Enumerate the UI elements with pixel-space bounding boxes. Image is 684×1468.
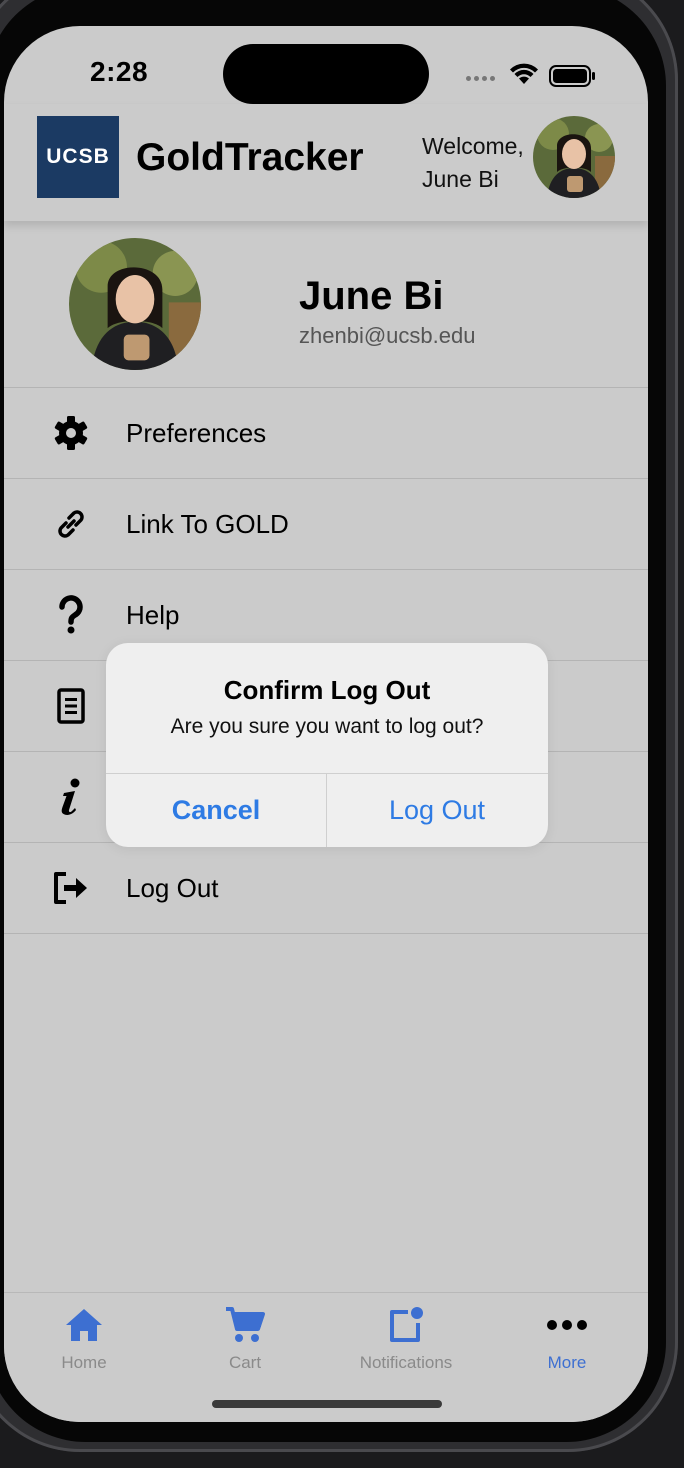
tab-label: Cart: [228, 1353, 262, 1372]
alert-message: Are you sure you want to log out?: [170, 715, 484, 738]
welcome-user-name: June Bi: [422, 166, 499, 192]
link-icon: [52, 505, 90, 543]
menu-item-label: Log Out: [126, 873, 219, 903]
cart-icon: [180, 1303, 310, 1347]
app-screen: 2:28 UCSB GoldTracker Welcome, June Bi J…: [4, 26, 648, 1422]
header-avatar[interactable]: [533, 116, 615, 198]
tab-label: More: [547, 1353, 587, 1372]
menu-item-label: Link To GOLD: [126, 509, 289, 539]
profile-name: June Bi: [299, 274, 444, 318]
menu-item-link-to-gold[interactable]: Link To GOLD: [4, 478, 648, 569]
avatar-photo: [533, 116, 615, 198]
profile-email: zhenbi@ucsb.edu: [299, 323, 476, 348]
app-title: GoldTracker: [136, 136, 364, 179]
tab-notifications[interactable]: Notifications: [341, 1303, 471, 1373]
logout-icon: [52, 869, 90, 907]
battery-icon: [549, 65, 595, 87]
app-header: UCSB GoldTracker Welcome, June Bi: [4, 104, 648, 221]
tab-label: Notifications: [359, 1353, 453, 1372]
more-icon: [502, 1303, 632, 1347]
log-out-button[interactable]: Log Out: [327, 774, 547, 847]
confirm-logout-dialog: Confirm Log Out Are you sure you want to…: [106, 643, 548, 847]
home-icon: [19, 1303, 149, 1347]
dynamic-island: [223, 44, 429, 104]
profile-avatar[interactable]: [69, 238, 201, 370]
tab-home[interactable]: Home: [19, 1303, 149, 1373]
tab-cart[interactable]: Cart: [180, 1303, 310, 1373]
cancel-button[interactable]: Cancel: [106, 774, 326, 847]
question-icon: [52, 595, 90, 634]
avatar-photo: [69, 238, 201, 370]
document-icon: [52, 687, 90, 725]
wifi-icon: [510, 63, 538, 84]
tab-label: Home: [61, 1353, 107, 1372]
ucsb-logo: UCSB: [37, 116, 119, 198]
welcome-text: Welcome, June Bi: [422, 130, 524, 196]
tab-more[interactable]: More: [502, 1303, 632, 1373]
menu-item-log-out[interactable]: Log Out: [4, 842, 648, 934]
info-icon: [52, 778, 90, 816]
gear-icon: [52, 414, 90, 452]
alert-title: Confirm Log Out: [223, 675, 431, 705]
notification-icon: [341, 1303, 471, 1347]
home-indicator[interactable]: [212, 1400, 442, 1408]
menu-item-preferences[interactable]: Preferences: [4, 387, 648, 478]
welcome-line: Welcome,: [422, 133, 524, 159]
menu-item-label: Preferences: [126, 418, 267, 448]
status-time: 2:28: [90, 56, 149, 87]
cellular-signal-icon: [466, 76, 495, 81]
menu-item-label: Help: [126, 600, 180, 630]
